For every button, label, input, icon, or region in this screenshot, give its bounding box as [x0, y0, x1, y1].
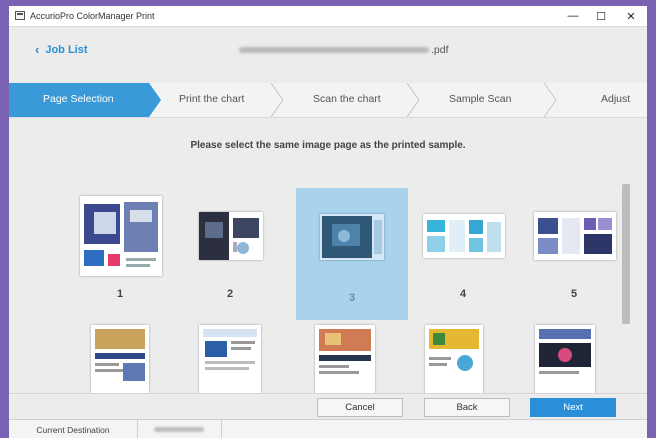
wizard-steps: Page Selection Print the chart Scan the … — [9, 83, 647, 118]
page-thumbnail-8[interactable] — [315, 325, 375, 393]
page-thumbnail-4 — [423, 214, 505, 258]
page-tile-4[interactable]: 4 — [407, 184, 519, 316]
page-tile-3[interactable]: 3 — [296, 188, 408, 320]
step-2-divider — [270, 83, 284, 117]
maximize-button[interactable]: ☐ — [587, 6, 615, 26]
app-window: AccurioPro ColorManager Print — ☐ ✕ ‹ Jo… — [9, 6, 647, 438]
thumbnail-art-7 — [199, 325, 261, 393]
minimize-button[interactable]: — — [559, 6, 587, 26]
app-icon — [15, 11, 25, 20]
step-page-selection[interactable]: Page Selection — [43, 93, 114, 105]
page-thumbnail-9[interactable] — [425, 325, 483, 393]
thumbnail-art-5 — [534, 212, 616, 260]
page-grid: 1 2 3 4 5 — [9, 161, 647, 393]
step-scan-chart[interactable]: Scan the chart — [313, 93, 381, 105]
step-4-divider — [543, 83, 557, 117]
status-bar: Current Destination — [9, 419, 647, 438]
window-title: AccurioPro ColorManager Print — [30, 11, 155, 21]
job-list-back-link[interactable]: ‹ Job List — [35, 43, 88, 56]
page-thumbnail-3 — [320, 214, 384, 260]
step-3-divider — [406, 83, 420, 117]
file-name-blurred — [239, 47, 429, 54]
page-thumbnail-2 — [199, 212, 263, 260]
thumbnail-art-1 — [80, 196, 162, 276]
action-bar: Cancel Back Next — [9, 393, 647, 420]
page-thumbnail-6[interactable] — [91, 325, 149, 393]
thumbnail-art-6 — [91, 325, 149, 393]
current-destination-label: Current Destination — [9, 420, 138, 438]
step-sample-scan[interactable]: Sample Scan — [449, 93, 511, 105]
close-button[interactable]: ✕ — [617, 6, 645, 26]
current-destination-value — [137, 420, 222, 438]
thumbnail-art-8 — [315, 325, 375, 393]
file-name: .pdf — [239, 44, 449, 56]
cancel-button[interactable]: Cancel — [317, 398, 403, 417]
step-print-chart[interactable]: Print the chart — [179, 93, 244, 105]
thumbnail-art-9 — [425, 325, 483, 393]
thumbnail-art-3 — [320, 214, 384, 260]
job-list-label: Job List — [45, 43, 88, 56]
thumbnail-art-4 — [423, 214, 505, 258]
title-bar: AccurioPro ColorManager Print — ☐ ✕ — [9, 6, 647, 27]
page-thumbnail-7[interactable] — [199, 325, 261, 393]
page-number-4: 4 — [459, 288, 467, 300]
page-tile-2[interactable]: 2 — [174, 184, 286, 316]
vertical-scrollbar[interactable] — [622, 184, 630, 324]
page-number-5: 5 — [570, 288, 578, 300]
back-button[interactable]: Back — [424, 398, 510, 417]
job-header: ‹ Job List .pdf — [9, 27, 647, 83]
thumbnail-art-10 — [535, 325, 595, 393]
page-thumbnail-5 — [534, 212, 616, 260]
file-extension: .pdf — [431, 44, 449, 56]
instruction-text: Please select the same image page as the… — [190, 140, 466, 151]
page-number-3: 3 — [348, 292, 356, 304]
page-thumbnail-1 — [80, 196, 162, 276]
page-thumbnail-10[interactable] — [535, 325, 595, 393]
page-number-1: 1 — [116, 288, 124, 300]
thumbnail-art-2 — [199, 212, 263, 260]
next-button[interactable]: Next — [530, 398, 616, 417]
destination-blurred — [154, 427, 204, 432]
step-adjust[interactable]: Adjust — [601, 93, 630, 105]
page-number-2: 2 — [226, 288, 234, 300]
page-tile-5[interactable]: 5 — [518, 184, 630, 316]
page-tile-1[interactable]: 1 — [64, 184, 176, 316]
chevron-left-icon: ‹ — [35, 42, 40, 57]
